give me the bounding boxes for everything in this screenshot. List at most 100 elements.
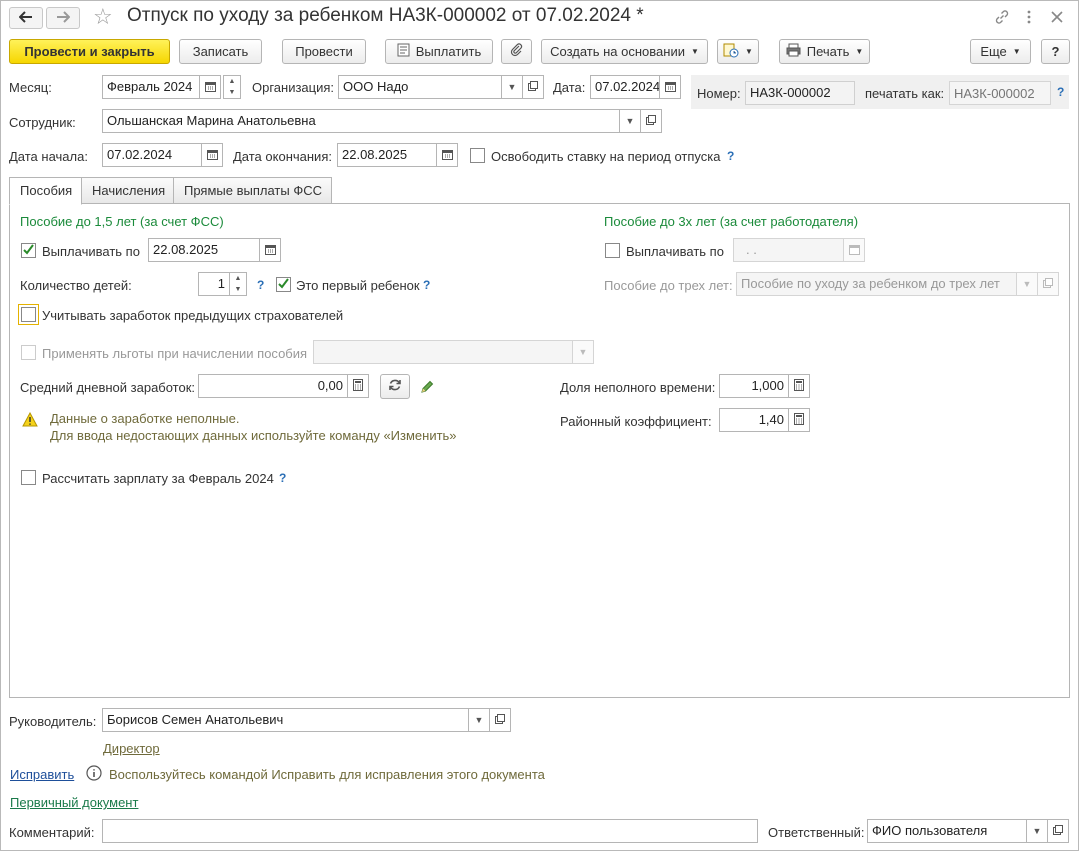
comment-label: Комментарий: (9, 825, 95, 840)
pay3-checkbox[interactable] (605, 243, 620, 258)
forward-button[interactable] (46, 7, 80, 29)
release-rate-checkbox[interactable] (470, 148, 485, 163)
organization-open-button[interactable] (522, 75, 544, 99)
responsible-dropdown-button[interactable]: ▼ (1026, 819, 1048, 843)
primary-document-link[interactable]: Первичный документ (10, 795, 138, 810)
pay-until-checkbox[interactable] (21, 243, 36, 258)
spin-up-icon[interactable]: ▲ (224, 76, 240, 87)
manager-dropdown-button[interactable]: ▼ (468, 708, 490, 732)
warning-text-line1: Данные о заработке неполные. (50, 411, 240, 426)
pay3-date-input[interactable]: . . (733, 238, 844, 262)
post-and-close-button[interactable]: Провести и закрыть (9, 39, 170, 64)
part-time-calc-button[interactable] (788, 374, 810, 398)
release-rate-help-icon[interactable]: ? (727, 149, 734, 163)
pay-button[interactable]: Выплатить (385, 39, 493, 64)
benefit3-open-button[interactable] (1037, 272, 1059, 296)
star-icon[interactable]: ☆ (93, 4, 113, 30)
responsible-input[interactable]: ФИО пользователя (867, 819, 1027, 843)
attach-button[interactable] (501, 39, 532, 64)
link-icon[interactable] (992, 7, 1012, 27)
comment-input[interactable] (102, 819, 758, 843)
help-label: ? (1051, 44, 1060, 59)
first-child-checkbox[interactable] (276, 277, 291, 292)
chevron-down-icon: ▼ (578, 347, 588, 357)
date-input[interactable]: 07.02.2024 (590, 75, 660, 99)
children-count-input[interactable]: 1 (198, 272, 230, 296)
warning-icon (22, 411, 38, 430)
more-button[interactable]: Еще ▼ (970, 39, 1031, 64)
post-label: Провести (295, 44, 353, 59)
privileges-checkbox[interactable] (21, 345, 36, 360)
part-time-label: Доля неполного времени: (560, 380, 716, 395)
date-calendar-button[interactable] (659, 75, 681, 99)
end-date-calendar-button[interactable] (436, 143, 458, 167)
children-count-spinner[interactable]: ▲ ▼ (229, 272, 247, 296)
part-time-input[interactable]: 1,000 (719, 374, 789, 398)
spin-down-icon[interactable]: ▼ (230, 284, 246, 295)
save-button[interactable]: Записать (179, 39, 262, 64)
print-as-help-icon[interactable]: ? (1057, 85, 1064, 99)
children-help-icon[interactable]: ? (257, 278, 264, 292)
refresh-button[interactable] (380, 374, 410, 399)
employee-dropdown-button[interactable]: ▼ (619, 109, 641, 133)
pay-until-input[interactable]: 22.08.2025 (148, 238, 260, 262)
calendar-icon (264, 244, 276, 257)
pay3-calendar-button[interactable] (843, 238, 865, 262)
document-clock-icon (723, 42, 739, 61)
calc-salary-help-icon[interactable]: ? (279, 471, 286, 485)
pay-until-label: Выплачивать по (42, 244, 140, 259)
benefit3-dropdown-button[interactable]: ▼ (1016, 272, 1038, 296)
edit-pencil-icon[interactable] (419, 379, 435, 398)
avg-earnings-input[interactable]: 0,00 (198, 374, 348, 398)
avg-earnings-calc-button[interactable] (347, 374, 369, 398)
menu-dots-icon[interactable] (1019, 7, 1039, 27)
avg-earnings-label: Средний дневной заработок: (20, 380, 196, 395)
help-button[interactable]: ? (1041, 39, 1070, 64)
position-link[interactable]: Директор (103, 741, 160, 756)
number-input[interactable]: НА3К-000002 (745, 81, 855, 105)
print-label: Печать (806, 44, 850, 59)
calc-salary-checkbox[interactable] (21, 470, 36, 485)
organization-dropdown-button[interactable]: ▼ (501, 75, 523, 99)
month-spinner[interactable]: ▲ ▼ (223, 75, 241, 99)
previous-insurers-checkbox[interactable] (18, 304, 39, 325)
chevron-down-icon: ▼ (474, 715, 484, 725)
pay-until-calendar-button[interactable] (259, 238, 281, 262)
responsible-open-button[interactable] (1047, 819, 1069, 843)
benefit3-input[interactable]: Пособие по уходу за ребенком до трех лет (736, 272, 1017, 296)
district-coef-input[interactable]: 1,40 (719, 408, 789, 432)
privileges-dropdown-button[interactable]: ▼ (572, 340, 594, 364)
organization-input[interactable]: ООО Надо (338, 75, 502, 99)
save-label: Записать (192, 44, 249, 59)
first-child-help-icon[interactable]: ? (423, 278, 430, 292)
manager-input[interactable]: Борисов Семен Анатольевич (102, 708, 469, 732)
start-date-input[interactable]: 07.02.2024 (102, 143, 202, 167)
tab-benefits[interactable]: Пособия (9, 177, 82, 205)
tab-fss-payments[interactable]: Прямые выплаты ФСС (173, 177, 332, 204)
calendar-button[interactable] (199, 75, 221, 99)
employee-open-button[interactable] (640, 109, 662, 133)
print-as-input[interactable] (949, 81, 1051, 105)
open-window-icon (528, 81, 538, 93)
privileges-select[interactable] (313, 340, 573, 364)
district-coef-calc-button[interactable] (788, 408, 810, 432)
related-docs-button[interactable]: ▼ (717, 39, 759, 64)
end-date-input[interactable]: 22.08.2025 (337, 143, 437, 167)
print-button[interactable]: Печать ▼ (779, 39, 870, 64)
pay-label: Выплатить (415, 44, 482, 59)
tab-accruals[interactable]: Начисления (81, 177, 174, 204)
open-window-icon (1043, 278, 1053, 290)
create-based-on-button[interactable]: Создать на основании ▼ (541, 39, 708, 64)
month-input[interactable]: Февраль 2024 (102, 75, 200, 99)
fix-link[interactable]: Исправить (10, 767, 74, 782)
spin-up-icon[interactable]: ▲ (230, 273, 246, 284)
spin-down-icon[interactable]: ▼ (224, 87, 240, 98)
refresh-icon (388, 378, 402, 395)
start-date-calendar-button[interactable] (201, 143, 223, 167)
back-button[interactable] (9, 7, 43, 29)
close-icon[interactable] (1047, 7, 1067, 27)
post-button[interactable]: Провести (282, 39, 366, 64)
employee-input[interactable]: Ольшанская Марина Анатольевна (102, 109, 620, 133)
post-and-close-label: Провести и закрыть (24, 44, 155, 59)
manager-open-button[interactable] (489, 708, 511, 732)
